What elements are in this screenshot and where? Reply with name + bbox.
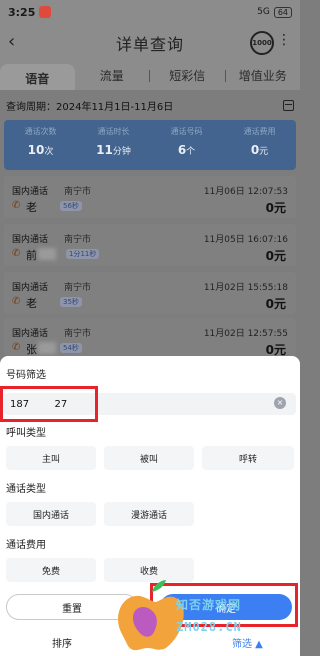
- reset-button[interactable]: 重置: [6, 594, 138, 620]
- summary-unit: 次: [44, 147, 54, 157]
- status-time: 3:25: [8, 5, 36, 19]
- call-record[interactable]: 国内通话 南宁市 11月06日 12:07:53 ✆ 老 56秒 0元: [4, 176, 296, 218]
- summary-value: 11: [96, 143, 113, 157]
- record-duration: 54秒: [60, 343, 82, 353]
- notification-icon: [39, 6, 52, 18]
- summary-call-duration: 通话时长 11分钟: [77, 120, 150, 170]
- back-arrow-icon[interactable]: ‹: [8, 32, 28, 52]
- page-header: ‹ 详单查询 1000 ⋮: [0, 24, 300, 62]
- summary-call-count: 通话次数 10次: [4, 120, 77, 170]
- clear-icon[interactable]: ×: [274, 397, 286, 409]
- chip-incoming[interactable]: 被叫: [104, 446, 194, 470]
- record-datetime: 11月05日 16:07:16: [203, 235, 288, 245]
- chip-paid[interactable]: 收费: [104, 558, 194, 582]
- record-contact: 老: [26, 201, 37, 214]
- sort-button[interactable]: 排序: [52, 635, 72, 650]
- phone-icon: ✆: [12, 296, 21, 307]
- record-type: 国内通话: [12, 329, 49, 339]
- status-right: 5G 64: [257, 6, 292, 18]
- redacted-blur: [38, 342, 56, 354]
- summary-value: 0: [250, 143, 260, 157]
- battery-icon: 64: [273, 6, 292, 18]
- filter-toggle-button[interactable]: 筛选 ▲: [232, 635, 263, 650]
- record-duration: 1分11秒: [66, 249, 100, 259]
- tab-sms[interactable]: 短彩信: [150, 67, 225, 90]
- summary-label: 通话时长: [97, 127, 130, 136]
- watermark-text: 知否游戏网: [176, 598, 242, 612]
- summary-label: 通话费用: [243, 127, 276, 136]
- record-duration: 56秒: [60, 201, 82, 211]
- redacted-blur: [38, 248, 56, 260]
- record-city: 南宁市: [64, 329, 92, 339]
- record-type: 国内通话: [12, 283, 49, 293]
- summary-label: 通话号码: [170, 127, 203, 136]
- tab-voice[interactable]: 语音: [0, 64, 75, 90]
- page-title: 详单查询: [115, 35, 184, 54]
- record-cost: 0元: [265, 249, 286, 263]
- chip-forwarded[interactable]: 呼转: [202, 446, 294, 470]
- signal-icon: 5G: [257, 7, 270, 17]
- record-cost: 0元: [265, 201, 286, 215]
- record-contact: 张: [26, 343, 37, 356]
- summary-unit: 个: [186, 147, 196, 157]
- chip-domestic[interactable]: 国内通话: [6, 502, 96, 526]
- fee-title: 通话费用: [6, 540, 46, 551]
- number-filter-input[interactable]: [4, 393, 296, 415]
- chip-roaming[interactable]: 漫游通话: [104, 502, 194, 526]
- call-record[interactable]: 国内通话 南宁市 11月05日 16:07:16 ✆ 前 1分11秒 0元: [4, 224, 296, 266]
- record-city: 南宁市: [64, 235, 92, 245]
- summary-call-cost: 通话费用 0元: [223, 120, 296, 170]
- record-duration: 35秒: [60, 297, 82, 307]
- number-filter-title: 号码筛选: [6, 370, 46, 381]
- record-city: 南宁市: [64, 187, 92, 197]
- summary-label: 通话次数: [24, 127, 57, 136]
- summary-unit: 分钟: [112, 147, 131, 157]
- record-datetime: 11月02日 15:55:18: [203, 283, 288, 293]
- tab-value-added[interactable]: 增值业务: [226, 67, 301, 90]
- phone-icon: ✆: [12, 342, 21, 353]
- record-contact: 前: [26, 249, 37, 262]
- record-datetime: 11月02日 12:57:55: [203, 329, 288, 339]
- summary-value: 6: [177, 143, 187, 157]
- watermark-url: ZM028.CN: [176, 620, 242, 634]
- phone-icon: ✆: [12, 248, 21, 259]
- record-type: 国内通话: [12, 235, 49, 245]
- chip-outgoing[interactable]: 主叫: [6, 446, 96, 470]
- record-city: 南宁市: [64, 283, 92, 293]
- phone-icon: ✆: [12, 200, 21, 211]
- record-datetime: 11月06日 12:07:53: [203, 187, 288, 197]
- summary-unit: 元: [259, 147, 269, 157]
- record-cost: 0元: [265, 297, 286, 311]
- record-contact: 老: [26, 297, 37, 310]
- calendar-icon[interactable]: [283, 99, 294, 111]
- more-menu-icon[interactable]: ⋮: [277, 32, 292, 48]
- comm-type-title: 通话类型: [6, 484, 46, 495]
- query-period: 查询周期：2024年11月1日-11月6日: [0, 94, 300, 116]
- call-record[interactable]: 国内通话 南宁市 11月02日 15:55:18 ✆ 老 35秒 0元: [4, 272, 296, 314]
- call-type-title: 呼叫类型: [6, 428, 46, 439]
- summary-value: 10: [27, 143, 45, 157]
- summary-card: 通话次数 10次 通话时长 11分钟 通话号码 6个 通话费用 0元: [4, 120, 296, 170]
- tab-data[interactable]: 流量: [75, 67, 150, 90]
- customer-service-icon[interactable]: 1000: [250, 31, 274, 55]
- status-bar: 3:25 5G 64: [0, 0, 300, 24]
- tab-bar: 语音 流量 短彩信 增值业务: [0, 62, 300, 90]
- query-period-label: 查询周期：2024年11月1日-11月6日: [6, 101, 174, 113]
- call-record[interactable]: 国内通话 南宁市 11月02日 12:57:55 ✆ 张 54秒 0元: [4, 318, 296, 357]
- chip-free[interactable]: 免费: [6, 558, 96, 582]
- summary-call-numbers: 通话号码 6个: [150, 120, 223, 170]
- record-type: 国内通话: [12, 187, 49, 197]
